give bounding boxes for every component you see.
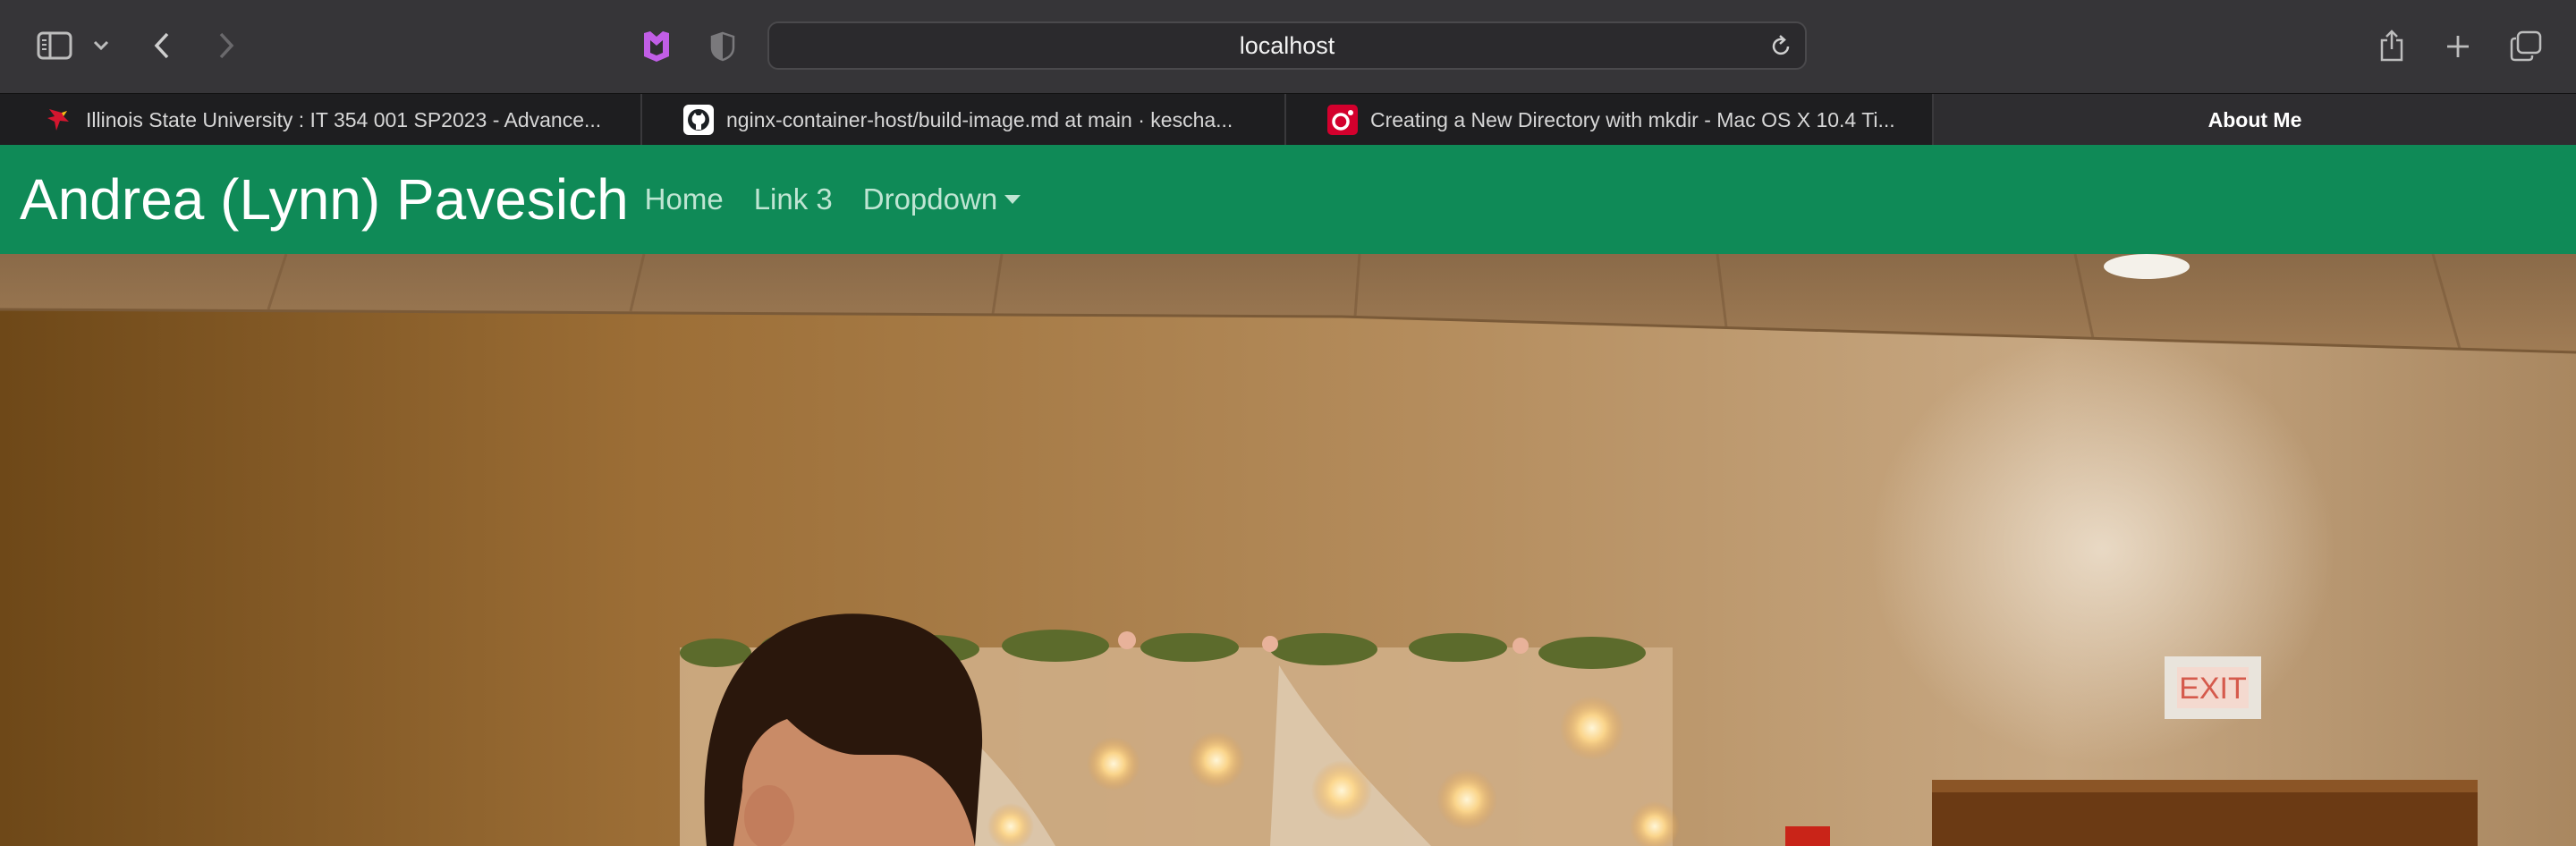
privacy-shield-icon[interactable] xyxy=(707,30,739,63)
tab-github[interactable]: nginx-container-host/build-image.md at m… xyxy=(642,94,1286,146)
tab-oreilly[interactable]: Creating a New Directory with mkdir - Ma… xyxy=(1286,94,1934,146)
share-icon[interactable] xyxy=(2376,27,2408,64)
tab-about-me[interactable]: About Me xyxy=(1934,94,2576,146)
reload-icon[interactable] xyxy=(1769,34,1792,63)
exit-sign-text: EXIT xyxy=(2179,672,2247,706)
oreilly-favicon-icon xyxy=(1327,105,1358,135)
forward-icon[interactable] xyxy=(213,29,240,63)
tab-bar: Illinois State University : IT 354 001 S… xyxy=(0,93,2576,146)
tab-illinois-state[interactable]: Illinois State University : IT 354 001 S… xyxy=(0,94,642,146)
back-icon[interactable] xyxy=(148,29,175,63)
tab-title: Illinois State University : IT 354 001 S… xyxy=(86,107,602,131)
caret-down-icon xyxy=(1004,195,1021,204)
nav-link-3[interactable]: Link 3 xyxy=(754,182,833,216)
hero-photo: EXIT xyxy=(0,254,2576,846)
hero-photo-illustration: EXIT xyxy=(0,254,2576,846)
chevron-down-icon[interactable] xyxy=(89,34,113,57)
tab-overview-icon[interactable] xyxy=(2508,29,2544,64)
tab-title: About Me xyxy=(2207,107,2302,131)
github-favicon-icon xyxy=(683,105,714,135)
address-bar[interactable]: localhost xyxy=(767,21,1807,70)
site-navbar: Andrea (Lynn) Pavesich Home Link 3 Dropd… xyxy=(0,145,2576,254)
new-tab-icon[interactable] xyxy=(2442,30,2474,63)
tab-title: Creating a New Directory with mkdir - Ma… xyxy=(1370,107,1895,131)
tab-title: nginx-container-host/build-image.md at m… xyxy=(726,107,1233,131)
nav-dropdown-label: Dropdown xyxy=(862,182,998,216)
nav-dropdown[interactable]: Dropdown xyxy=(863,182,1021,216)
browser-toolbar: localhost xyxy=(0,0,2576,93)
address-text: localhost xyxy=(1239,31,1335,59)
redbird-favicon-icon xyxy=(43,105,73,135)
nav-link-home[interactable]: Home xyxy=(645,182,724,216)
site-brand[interactable]: Andrea (Lynn) Pavesich xyxy=(20,166,629,233)
sidebar-toggle-icon[interactable] xyxy=(36,30,73,62)
extension-shield-icon[interactable] xyxy=(639,29,674,64)
